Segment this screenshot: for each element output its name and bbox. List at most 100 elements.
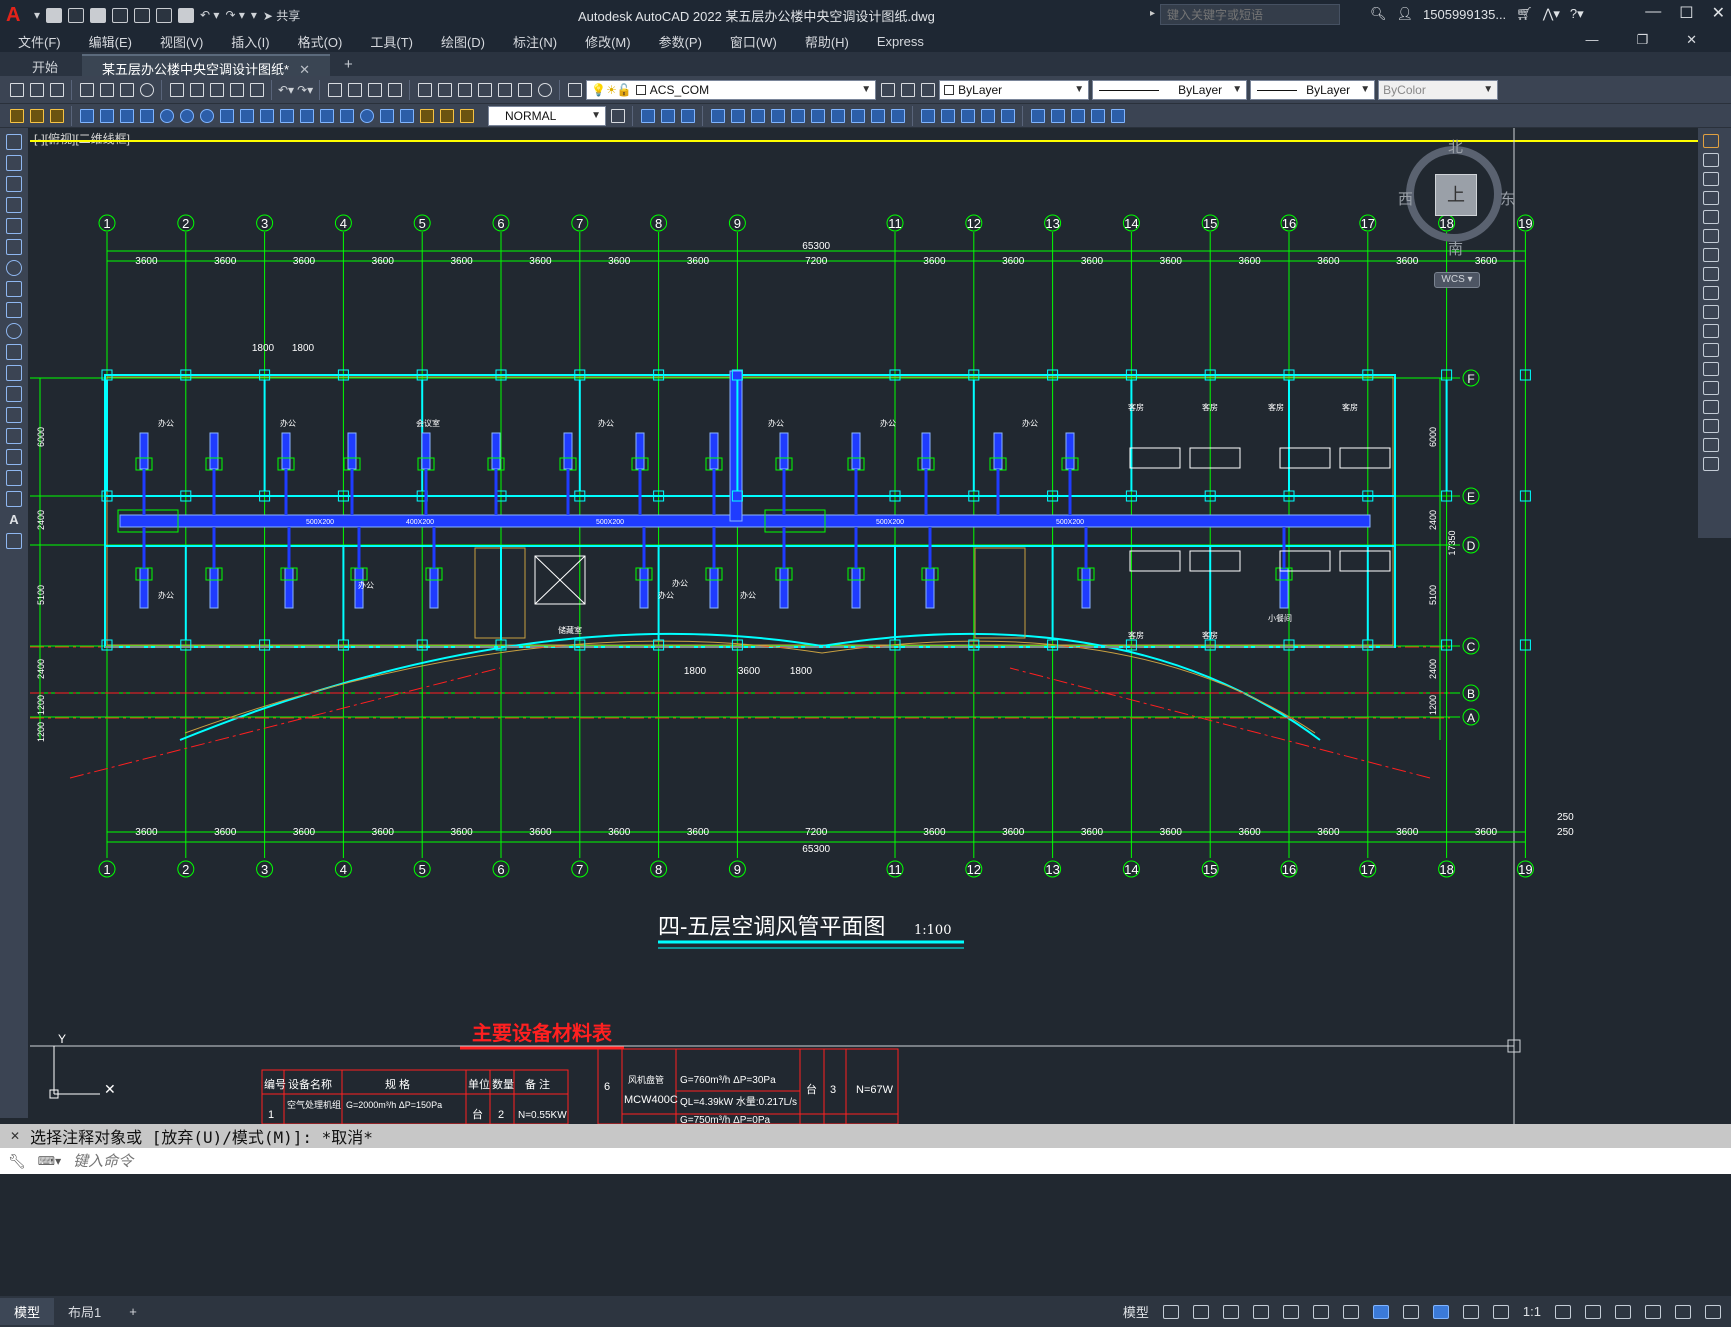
dim-update-icon[interactable] [458, 107, 475, 124]
scale-icon[interactable] [1702, 267, 1719, 281]
stretch-icon[interactable] [1702, 286, 1719, 300]
mirror-icon[interactable] [659, 107, 676, 124]
menu-format[interactable]: 格式(O) [298, 32, 343, 51]
isodraft-icon[interactable] [1282, 1304, 1299, 1319]
publish-icon[interactable] [118, 81, 135, 98]
spline-icon[interactable] [6, 302, 22, 318]
annotation-visibility-icon[interactable] [1462, 1304, 1479, 1319]
share-button[interactable]: ➤ 共享 [263, 7, 300, 24]
compass-east[interactable]: 东 [1500, 188, 1515, 209]
zoom-previous-icon[interactable] [386, 81, 403, 98]
compass-west[interactable]: 西 [1398, 188, 1413, 209]
new-file-icon[interactable] [46, 7, 63, 23]
insert-block-icon[interactable] [1029, 107, 1046, 124]
close-cmd-icon[interactable]: ✕ [10, 1129, 20, 1143]
lineweight-icon[interactable] [1372, 1304, 1389, 1319]
mirror-icon[interactable] [1702, 172, 1719, 186]
lineweight-dropdown[interactable]: ByLayer ▼ [1250, 79, 1376, 100]
dim-edit-icon[interactable] [418, 107, 435, 124]
menu-tools[interactable]: 工具(T) [370, 32, 413, 51]
break-icon[interactable] [1702, 362, 1719, 376]
xref-icon[interactable] [1089, 107, 1106, 124]
autocad-logo-icon[interactable]: A [6, 4, 28, 27]
cut-icon[interactable] [168, 81, 185, 98]
menu-modify[interactable]: 修改(M) [585, 32, 631, 51]
move-icon[interactable] [709, 107, 726, 124]
offset-icon[interactable] [1702, 191, 1719, 205]
redo-icon[interactable]: ↷▾ [297, 83, 313, 97]
sheet-set-icon[interactable] [476, 81, 493, 98]
viewcube-face-top[interactable]: 上 [1435, 174, 1477, 216]
revision-cloud-icon[interactable] [6, 281, 22, 297]
isolate-objects-icon[interactable] [1615, 1304, 1631, 1319]
baseline-dim-icon[interactable] [258, 107, 275, 124]
menu-window[interactable]: 窗口(W) [730, 32, 777, 51]
color-dropdown[interactable]: ByLayer ▼ [939, 79, 1090, 100]
multiline-text-icon[interactable]: A [6, 512, 22, 528]
move-icon[interactable] [1702, 229, 1719, 243]
menu-edit[interactable]: 编辑(E) [89, 32, 132, 51]
circle-icon[interactable] [6, 260, 22, 276]
array-icon[interactable] [1702, 210, 1719, 224]
linear-dim-icon[interactable] [78, 107, 95, 124]
fillet-icon[interactable] [1702, 419, 1719, 433]
quick-dim-icon[interactable] [238, 107, 255, 124]
make-block-icon[interactable] [6, 386, 22, 402]
open-icon[interactable] [28, 81, 45, 98]
line-icon[interactable] [6, 134, 22, 150]
ordinate-dim-icon[interactable] [138, 107, 155, 124]
gradient-icon[interactable] [6, 449, 22, 465]
break-icon[interactable] [829, 107, 846, 124]
menu-express[interactable]: Express [877, 34, 924, 49]
rotate-icon[interactable] [1702, 248, 1719, 262]
drawing-viewport[interactable]: [-][俯视][二维线框] 1 1 2 2 3 3 4 4 5 5 6 6 7 7 8 8 9 9 11 11 12 12… [30, 128, 1698, 1124]
selection-cycling-icon[interactable] [1432, 1304, 1449, 1319]
menu-view[interactable]: 视图(V) [160, 32, 203, 51]
object-snap-icon[interactable] [1342, 1304, 1359, 1319]
annotate-icon[interactable] [8, 107, 25, 124]
zoom-realtime-icon[interactable] [346, 81, 363, 98]
wrench-icon[interactable]: 🔧︎ [8, 1153, 26, 1170]
plus-icon[interactable] [1585, 1304, 1601, 1319]
doc-restore-button[interactable]: ❐ [1636, 32, 1648, 48]
region-icon[interactable] [6, 470, 22, 486]
rectangle-icon[interactable] [6, 218, 22, 234]
3d-print-icon[interactable] [138, 81, 155, 98]
open-file-icon[interactable] [68, 7, 85, 23]
copy-icon[interactable] [188, 81, 205, 98]
point-icon[interactable] [6, 407, 22, 423]
customize-qa-icon[interactable]: ▾ [251, 8, 257, 22]
stretch-icon[interactable] [769, 107, 786, 124]
continue-dim-icon[interactable] [278, 107, 295, 124]
workspace-gear-icon[interactable] [1555, 1304, 1571, 1319]
close-button[interactable]: ✕ [1712, 3, 1725, 23]
tool-palettes-icon[interactable] [456, 81, 473, 98]
chamfer-icon[interactable] [1702, 400, 1719, 414]
paste-icon[interactable] [208, 81, 225, 98]
erase-icon[interactable] [1702, 134, 1719, 148]
properties-icon[interactable] [416, 81, 433, 98]
center-mark-icon[interactable] [358, 107, 375, 124]
layer-previous-icon[interactable] [899, 81, 916, 98]
maximize-button[interactable]: ☐ [1679, 3, 1693, 23]
join-icon[interactable] [1702, 381, 1719, 395]
edit-spline-icon[interactable] [999, 107, 1016, 124]
transparency-icon[interactable] [1402, 1304, 1419, 1319]
trim-icon[interactable] [789, 107, 806, 124]
doc-minimize-button[interactable]: — [1585, 32, 1598, 48]
join-icon[interactable] [849, 107, 866, 124]
save-icon[interactable] [90, 7, 107, 23]
plotstyle-dropdown[interactable]: ByColor ▼ [1378, 79, 1499, 100]
autodesk-app-icon[interactable]: ⋀▾ [1543, 6, 1560, 22]
plot-preview-icon[interactable] [98, 81, 115, 98]
menu-draw[interactable]: 绘图(D) [441, 32, 485, 51]
insert-block-icon[interactable] [6, 365, 22, 381]
explode-icon[interactable] [919, 107, 936, 124]
search-input[interactable] [1160, 4, 1340, 25]
doc-close-button[interactable]: ✕ [1686, 32, 1697, 48]
blend-icon[interactable] [1702, 438, 1719, 452]
save-as-icon[interactable] [112, 7, 129, 23]
save-icon[interactable] [48, 81, 65, 98]
dim-space-icon[interactable] [298, 107, 315, 124]
annotation-scale[interactable]: 1:1 [1523, 1304, 1541, 1319]
